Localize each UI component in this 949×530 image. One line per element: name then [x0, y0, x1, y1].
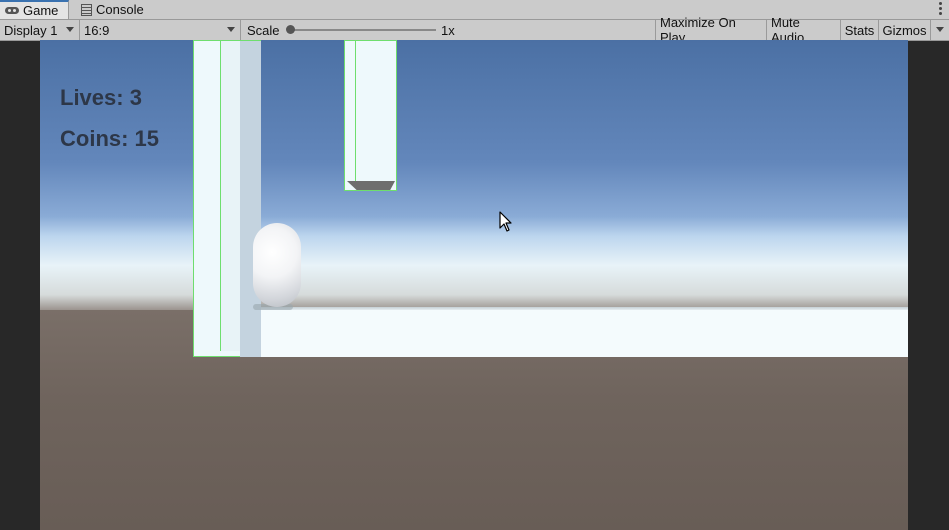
aspect-ratio-dropdown[interactable]: 16:9 [81, 20, 241, 40]
chevron-down-icon [66, 27, 74, 32]
player-capsule [253, 223, 301, 307]
gizmos-button[interactable]: Gizmos [878, 20, 930, 40]
scale-label: Scale [247, 22, 280, 38]
display-dropdown-label: Display 1 [4, 22, 58, 38]
more-options-icon[interactable] [939, 2, 943, 17]
scale-slider-track[interactable] [290, 29, 436, 31]
wall-pillar [193, 40, 261, 357]
hanging-pillar [344, 40, 397, 191]
gizmos-dropdown[interactable] [930, 20, 949, 40]
hanging-pillar-bottom [347, 181, 395, 190]
wall-pillar-collider [220, 41, 242, 351]
tab-game[interactable]: Game [0, 0, 69, 19]
chevron-down-icon [936, 27, 944, 32]
mouse-cursor-icon [499, 211, 512, 232]
scale-value: 1x [441, 22, 455, 38]
stats-button[interactable]: Stats [840, 20, 878, 40]
game-toolbar: Display 1 16:9 Scale 1x Maximize On Play… [0, 15, 949, 45]
mute-audio-button[interactable]: Mute Audio [766, 15, 840, 45]
floor-platform [193, 310, 908, 357]
aspect-ratio-label: 16:9 [84, 22, 110, 38]
scale-slider[interactable] [286, 25, 436, 34]
hanging-pillar-edge [355, 41, 356, 183]
hud-lives: Lives: 3 [60, 85, 142, 110]
scale-slider-thumb[interactable] [286, 25, 295, 34]
tab-console[interactable]: Console [76, 0, 156, 19]
game-view[interactable]: Lives: 3 Coins: 15 [40, 40, 908, 530]
gamepad-icon [5, 7, 19, 14]
display-dropdown[interactable]: Display 1 [0, 20, 80, 40]
tab-game-label: Game [23, 3, 59, 18]
console-icon [81, 3, 92, 16]
maximize-on-play-button[interactable]: Maximize On Play [655, 15, 766, 45]
tab-console-label: Console [96, 2, 144, 17]
chevron-down-icon [227, 27, 235, 32]
hud-coins: Coins: 15 [60, 126, 160, 151]
